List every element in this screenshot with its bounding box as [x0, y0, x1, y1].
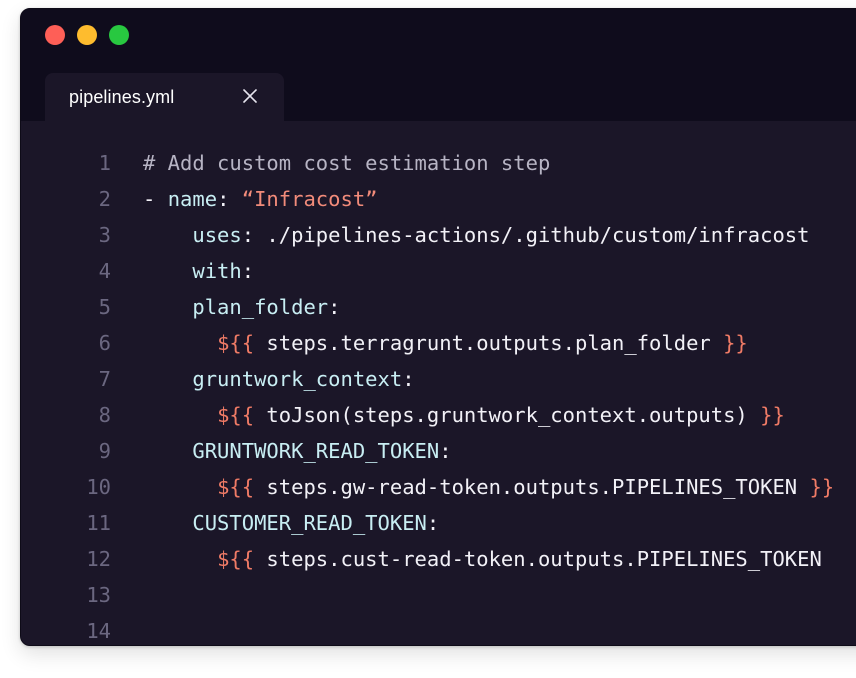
code-token: :: [241, 259, 255, 283]
code-token: “Infracost”: [241, 187, 378, 211]
line-number: 12: [86, 547, 111, 571]
close-window-button[interactable]: [45, 25, 65, 45]
code-token: name: [167, 187, 218, 211]
code-text: - name: “Infracost”: [143, 181, 378, 217]
editor-window: pipelines.yml 1 # Add custom cost estimat…: [20, 8, 856, 646]
code-line[interactable]: 6 ${{ steps.terragrunt.outputs.plan_fold…: [21, 325, 856, 361]
code-text: plan_folder:: [143, 289, 340, 325]
title-bar: [21, 9, 856, 61]
line-number: 13: [86, 583, 111, 607]
code-token: :: [439, 439, 452, 463]
line-number: 5: [98, 295, 111, 319]
code-line[interactable]: 7 gruntwork_context:: [21, 361, 856, 397]
tab-label: pipelines.yml: [69, 87, 175, 107]
tab-bar: pipelines.yml: [21, 61, 856, 121]
code-line[interactable]: 5 plan_folder:: [21, 289, 856, 325]
code-token: : ./pipelines-actions/.github/custom/inf…: [241, 223, 810, 247]
code-line[interactable]: 13: [21, 577, 856, 613]
tab-pipelines-yml[interactable]: pipelines.yml: [45, 73, 284, 121]
close-icon[interactable]: [241, 87, 259, 105]
line-number: 6: [98, 331, 111, 355]
code-token: plan_folder: [192, 295, 329, 319]
line-number: 9: [98, 439, 111, 463]
code-line[interactable]: 2 - name: “Infracost”: [21, 181, 856, 217]
code-token: CUSTOMER_READ_TOKEN: [192, 511, 427, 535]
line-number: 8: [98, 403, 111, 427]
code-token: }}: [760, 403, 785, 427]
code-token: steps.gw-read-token.outputs.PIPELINES_TO…: [254, 475, 810, 499]
code-token: ${{: [217, 331, 255, 355]
code-line[interactable]: 12 ${{ steps.cust-read-token.outputs.PIP…: [21, 541, 856, 577]
code-token: -: [143, 187, 168, 211]
code-token: steps.cust-read-token.outputs.PIPELINES_…: [254, 547, 822, 571]
code-text: ${{ steps.terragrunt.outputs.plan_folder…: [143, 325, 748, 361]
line-number: 10: [86, 475, 111, 499]
code-token: steps.terragrunt.outputs.plan_folder: [254, 331, 724, 355]
code-line[interactable]: 14: [21, 613, 856, 645]
code-line[interactable]: 9 GRUNTWORK_READ_TOKEN:: [21, 433, 856, 469]
line-number: 2: [98, 187, 111, 211]
code-text: ${{ steps.cust-read-token.outputs.PIPELI…: [143, 541, 822, 577]
code-editor[interactable]: 1 # Add custom cost estimation step 2 - nam…: [21, 121, 856, 645]
code-line[interactable]: 3 uses: ./pipelines-actions/.github/cust…: [21, 217, 856, 253]
code-line[interactable]: 1 # Add custom cost estimation step: [21, 145, 856, 181]
code-token: :: [328, 295, 341, 319]
code-token: ${{: [217, 547, 255, 571]
line-number: 14: [86, 619, 111, 643]
code-text: uses: ./pipelines-actions/.github/custom…: [143, 217, 809, 253]
code-token: ${{: [217, 403, 255, 427]
code-token: }}: [809, 475, 835, 499]
maximize-window-button[interactable]: [109, 25, 129, 45]
code-line[interactable]: 8 ${{ toJson(steps.gruntwork_context.out…: [21, 397, 856, 433]
code-line[interactable]: 4 with:: [21, 253, 856, 289]
code-text: ${{ toJson(steps.gruntwork_context.outpu…: [143, 397, 785, 433]
code-token: with: [192, 259, 242, 283]
code-text: ${{ steps.gw-read-token.outputs.PIPELINE…: [143, 469, 834, 505]
code-token: ${{: [217, 475, 255, 499]
code-token: # Add custom cost estimation step: [143, 151, 551, 175]
line-number: 1: [98, 151, 111, 175]
line-number: 11: [86, 511, 111, 535]
line-number: 7: [98, 367, 111, 391]
code-text: GRUNTWORK_READ_TOKEN:: [143, 433, 452, 469]
code-text: gruntwork_context:: [143, 361, 415, 397]
code-token: :: [426, 511, 440, 535]
code-line[interactable]: 10 ${{ steps.gw-read-token.outputs.PIPEL…: [21, 469, 856, 505]
code-token: }}: [723, 331, 748, 355]
code-token: :: [402, 367, 415, 391]
line-number: 4: [98, 259, 111, 283]
code-line[interactable]: 11 CUSTOMER_READ_TOKEN:: [21, 505, 856, 541]
code-token: gruntwork_context: [192, 367, 403, 391]
code-token: uses: [192, 223, 242, 247]
code-text: # Add custom cost estimation step: [143, 145, 550, 181]
code-token: :: [217, 187, 242, 211]
code-token: GRUNTWORK_READ_TOKEN: [192, 439, 440, 463]
line-number: 3: [98, 223, 111, 247]
code-token: toJson(steps.gruntwork_context.outputs): [254, 403, 761, 427]
code-text: CUSTOMER_READ_TOKEN:: [143, 505, 439, 541]
code-text: with:: [143, 253, 254, 289]
minimize-window-button[interactable]: [77, 25, 97, 45]
